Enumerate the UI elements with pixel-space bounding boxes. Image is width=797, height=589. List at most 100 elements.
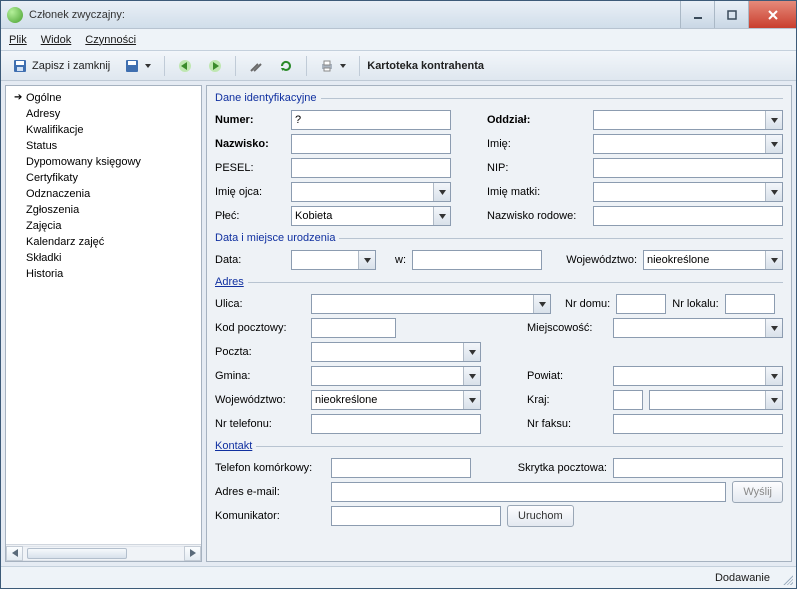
- group-address-legend[interactable]: Adres: [215, 276, 248, 288]
- sex-combo[interactable]: [291, 206, 451, 226]
- scroll-track[interactable]: [23, 546, 184, 561]
- label-pobox: Skrytka pocztowa:: [518, 462, 607, 474]
- scroll-thumb[interactable]: [27, 548, 127, 559]
- group-contact-legend[interactable]: Kontakt: [215, 440, 256, 452]
- fax-field[interactable]: [613, 414, 783, 434]
- birth-date-combo[interactable]: [291, 250, 376, 270]
- scroll-right-icon[interactable]: [184, 546, 201, 561]
- chevron-down-icon[interactable]: [463, 367, 480, 385]
- launch-messenger-button[interactable]: Uruchom: [507, 505, 574, 527]
- nip-field[interactable]: [593, 158, 783, 178]
- label-house-no: Nr domu:: [565, 298, 610, 310]
- label-post: Poczta:: [215, 346, 305, 358]
- country-combo[interactable]: [649, 390, 783, 410]
- county-combo[interactable]: [613, 366, 783, 386]
- sidebar-item-qualifications[interactable]: ➔Kwalifikacje: [14, 122, 201, 138]
- dropdown-icon[interactable]: [339, 64, 347, 68]
- save-and-close-button[interactable]: Zapisz i zamknij: [7, 55, 115, 77]
- pesel-field[interactable]: [291, 158, 451, 178]
- scroll-left-icon[interactable]: [6, 546, 23, 561]
- nav-back-button[interactable]: [172, 55, 198, 77]
- sidebar-item-decorations[interactable]: ➔Odznaczenia: [14, 186, 201, 202]
- menu-view[interactable]: Widok: [41, 34, 72, 46]
- sidebar-item-fees[interactable]: ➔Składki: [14, 250, 201, 266]
- mobile-field[interactable]: [331, 458, 471, 478]
- send-email-button[interactable]: Wyślij: [732, 481, 783, 503]
- sidebar-item-addresses[interactable]: ➔Adresy: [14, 106, 201, 122]
- sidebar-item-certificates[interactable]: ➔Certyfikaty: [14, 170, 201, 186]
- phone-field[interactable]: [311, 414, 481, 434]
- nav-forward-button[interactable]: [202, 55, 228, 77]
- email-field[interactable]: [331, 482, 726, 502]
- refresh-button[interactable]: [273, 55, 299, 77]
- toolbar-caption: Kartoteka kontrahenta: [367, 60, 484, 72]
- number-field[interactable]: [291, 110, 451, 130]
- messenger-field[interactable]: [331, 506, 501, 526]
- mother-name-combo[interactable]: [593, 182, 783, 202]
- chevron-down-icon[interactable]: [533, 295, 550, 313]
- sidebar-item-diploma[interactable]: ➔Dypomowany księgowy: [14, 154, 201, 170]
- chevron-down-icon[interactable]: [463, 343, 480, 361]
- save-button[interactable]: [119, 55, 157, 77]
- minimize-button[interactable]: [680, 1, 714, 28]
- group-birth-legend: Data i miejsce urodzenia: [215, 232, 339, 244]
- chevron-down-icon[interactable]: [765, 251, 782, 269]
- father-name-combo[interactable]: [291, 182, 451, 202]
- label-maiden-name: Nazwisko rodowe:: [487, 210, 587, 222]
- street-combo[interactable]: [311, 294, 551, 314]
- birth-place-field[interactable]: [412, 250, 542, 270]
- postal-code-field[interactable]: [311, 318, 396, 338]
- arrow-left-icon: [177, 58, 193, 74]
- titlebar: Członek zwyczajny:: [1, 1, 796, 29]
- commune-combo[interactable]: [311, 366, 481, 386]
- group-identification-legend: Dane identyfikacyjne: [215, 92, 321, 104]
- surname-field[interactable]: [291, 134, 451, 154]
- separator: [164, 56, 165, 76]
- sidebar-item-general[interactable]: ➔Ogólne: [14, 90, 201, 106]
- menu-actions[interactable]: Czynności: [85, 34, 136, 46]
- label-pesel: PESEL:: [215, 162, 285, 174]
- group-address: Adres Ulica: Nr domu: Nr lokalu: Kod poc…: [215, 276, 783, 436]
- chevron-down-icon[interactable]: [765, 135, 782, 153]
- resize-grip-icon[interactable]: [781, 573, 793, 585]
- voivodeship-addr-combo[interactable]: [311, 390, 481, 410]
- country-code-field[interactable]: [613, 390, 643, 410]
- app-icon: [7, 7, 23, 23]
- printer-icon: [319, 58, 335, 74]
- dropdown-icon[interactable]: [144, 64, 152, 68]
- chevron-down-icon[interactable]: [433, 183, 450, 201]
- maximize-button[interactable]: [714, 1, 748, 28]
- maiden-name-field[interactable]: [593, 206, 783, 226]
- status-text: Dodawanie: [715, 572, 770, 584]
- sidebar-item-status[interactable]: ➔Status: [14, 138, 201, 154]
- chevron-down-icon[interactable]: [765, 367, 782, 385]
- label-voivodeship-birth: Województwo:: [566, 254, 637, 266]
- label-surname: Nazwisko:: [215, 138, 285, 150]
- chevron-down-icon[interactable]: [433, 207, 450, 225]
- sidebar-item-calendar[interactable]: ➔Kalendarz zajęć: [14, 234, 201, 250]
- chevron-down-icon[interactable]: [463, 391, 480, 409]
- pobox-field[interactable]: [613, 458, 783, 478]
- chevron-down-icon[interactable]: [765, 111, 782, 129]
- voivodeship-birth-combo[interactable]: [643, 250, 783, 270]
- post-combo[interactable]: [311, 342, 481, 362]
- chevron-down-icon[interactable]: [765, 183, 782, 201]
- tools-button[interactable]: [243, 55, 269, 77]
- apt-no-field[interactable]: [725, 294, 775, 314]
- menu-file[interactable]: Plik: [9, 34, 27, 46]
- print-button[interactable]: [314, 55, 352, 77]
- sidebar-item-activities[interactable]: ➔Zajęcia: [14, 218, 201, 234]
- chevron-down-icon[interactable]: [765, 391, 782, 409]
- city-combo[interactable]: [613, 318, 783, 338]
- sidebar-item-history[interactable]: ➔Historia: [14, 266, 201, 282]
- side-scrollbar[interactable]: [6, 544, 201, 561]
- branch-combo[interactable]: [593, 110, 783, 130]
- chevron-down-icon[interactable]: [765, 319, 782, 337]
- group-contact: Kontakt Telefon komórkowy: Skrytka poczt…: [215, 440, 783, 528]
- close-button[interactable]: [748, 1, 796, 28]
- chevron-down-icon[interactable]: [358, 251, 375, 269]
- label-country: Kraj:: [527, 394, 607, 406]
- sidebar-item-applications[interactable]: ➔Zgłoszenia: [14, 202, 201, 218]
- firstname-combo[interactable]: [593, 134, 783, 154]
- house-no-field[interactable]: [616, 294, 666, 314]
